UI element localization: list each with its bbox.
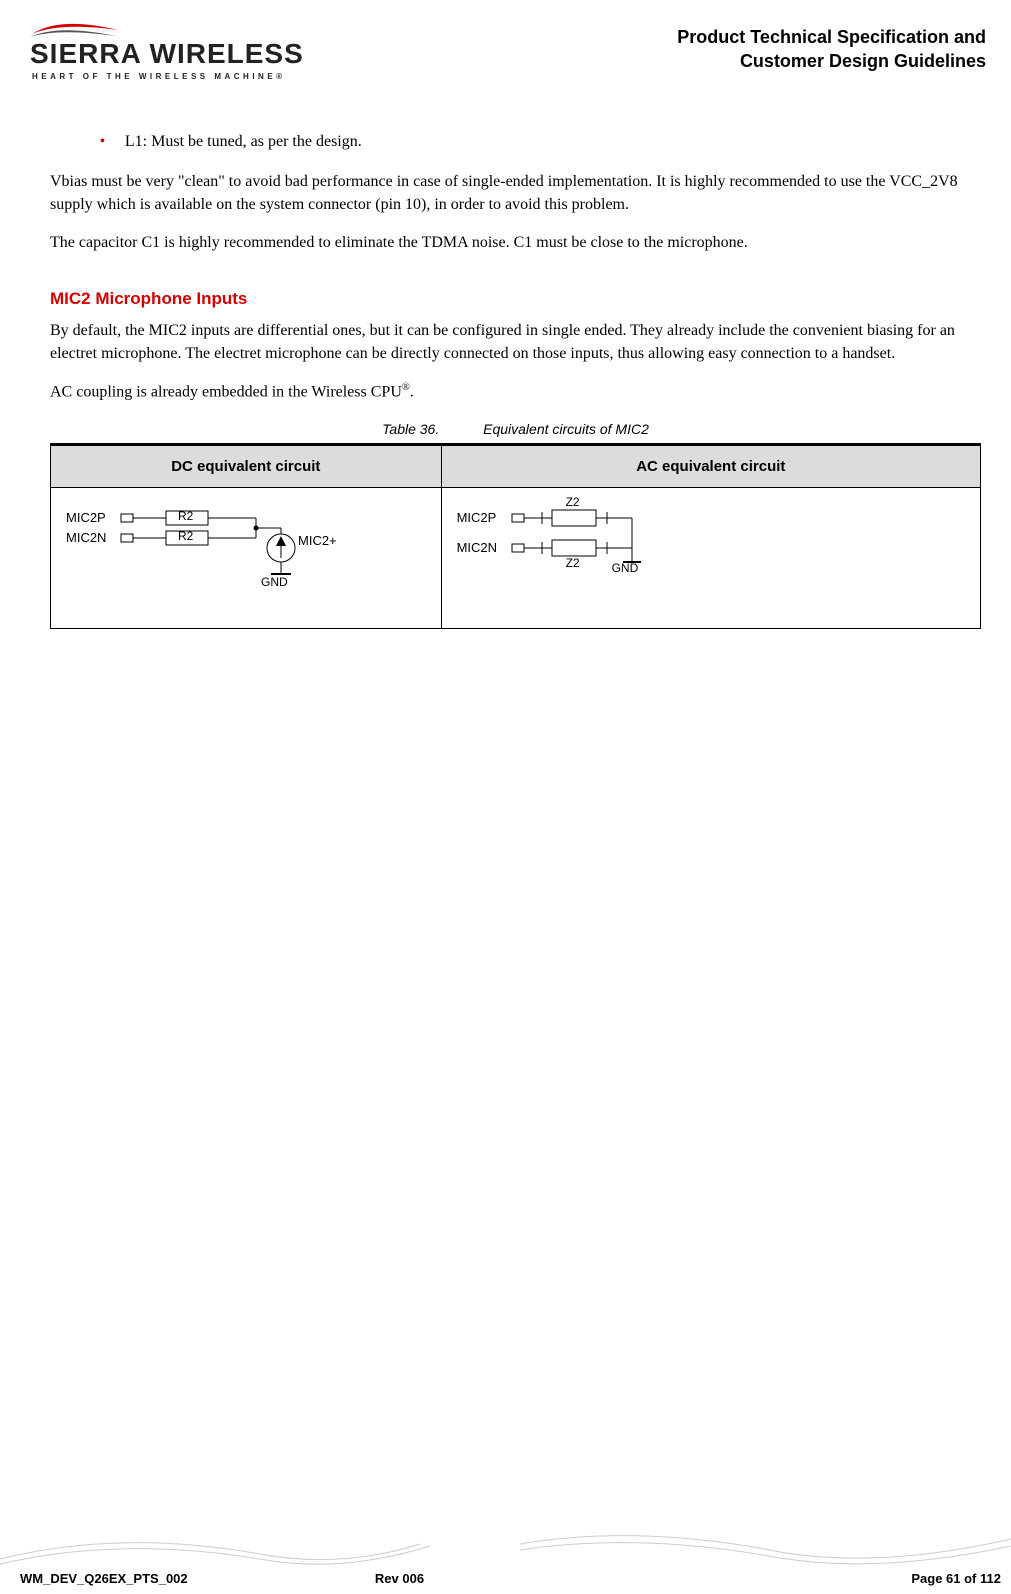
ac-gnd: GND <box>612 560 639 577</box>
ac-circuit-cell: MIC2P MIC2N Z2 Z2 GND <box>441 488 980 629</box>
table-caption: Table 36. Equivalent circuits of MIC2 <box>50 420 981 440</box>
table-title: Equivalent circuits of MIC2 <box>483 421 649 437</box>
paragraph: By default, the MIC2 inputs are differen… <box>50 320 981 365</box>
dc-circuit-cell: MIC2P MIC2N R2 R2 MIC2+ GND <box>51 488 442 629</box>
col-header-dc: DC equivalent circuit <box>51 445 442 488</box>
dc-gnd: GND <box>261 574 288 591</box>
section-heading: MIC2 Microphone Inputs <box>50 287 981 311</box>
bullet-item: • L1: Must be tuned, as per the design. <box>100 131 981 153</box>
page-content: • L1: Must be tuned, as per the design. … <box>50 131 981 629</box>
footer-rev: Rev 006 <box>375 1571 424 1586</box>
equivalent-circuits-table: DC equivalent circuit AC equivalent circ… <box>50 443 981 629</box>
doc-title-line1: Product Technical Specification and <box>677 25 986 49</box>
dc-mic2p-label: MIC2P <box>66 509 106 527</box>
dc-circuit-diagram: MIC2P MIC2N R2 R2 MIC2+ GND <box>66 498 426 608</box>
paragraph: AC coupling is already embedded in the W… <box>50 381 981 404</box>
dc-mic2plus: MIC2+ <box>298 532 337 550</box>
dc-r2-top: R2 <box>178 508 193 525</box>
dc-r2-bot: R2 <box>178 528 193 545</box>
brand-name: SIERRA WIRELESS <box>30 38 304 70</box>
ac-z2-top: Z2 <box>566 494 580 511</box>
para4-post: . <box>410 383 414 400</box>
footer-wave-icon <box>0 1524 1011 1569</box>
brand-tagline: HEART OF THE WIRELESS MACHINE® <box>32 72 304 81</box>
bullet-icon: • <box>100 131 105 153</box>
page-header: SIERRA WIRELESS HEART OF THE WIRELESS MA… <box>30 20 986 81</box>
doc-title-line2: Customer Design Guidelines <box>677 49 986 73</box>
brand-logo: SIERRA WIRELESS HEART OF THE WIRELESS MA… <box>30 20 304 81</box>
ac-z2-bot: Z2 <box>566 555 580 572</box>
paragraph: The capacitor C1 is highly recommended t… <box>50 232 981 254</box>
paragraph: Vbias must be very "clean" to avoid bad … <box>50 171 981 216</box>
table-number: Table 36. <box>382 421 439 437</box>
document-title: Product Technical Specification and Cust… <box>677 25 986 74</box>
footer-page: Page 61 of 112 <box>911 1571 1001 1586</box>
ac-circuit-diagram: MIC2P MIC2N Z2 Z2 GND <box>457 498 965 608</box>
dc-mic2n-label: MIC2N <box>66 529 106 547</box>
ac-mic2n-label: MIC2N <box>457 539 497 557</box>
ac-mic2p-label: MIC2P <box>457 509 497 527</box>
col-header-ac: AC equivalent circuit <box>441 445 980 488</box>
registered-mark: ® <box>402 382 410 393</box>
page-footer: WM_DEV_Q26EX_PTS_002 Rev 006 Page 61 of … <box>0 1514 1011 1594</box>
bullet-text: L1: Must be tuned, as per the design. <box>125 131 362 153</box>
swoosh-icon <box>30 20 120 38</box>
footer-doc-id: WM_DEV_Q26EX_PTS_002 <box>20 1571 188 1586</box>
para4-pre: AC coupling is already embedded in the W… <box>50 383 402 400</box>
